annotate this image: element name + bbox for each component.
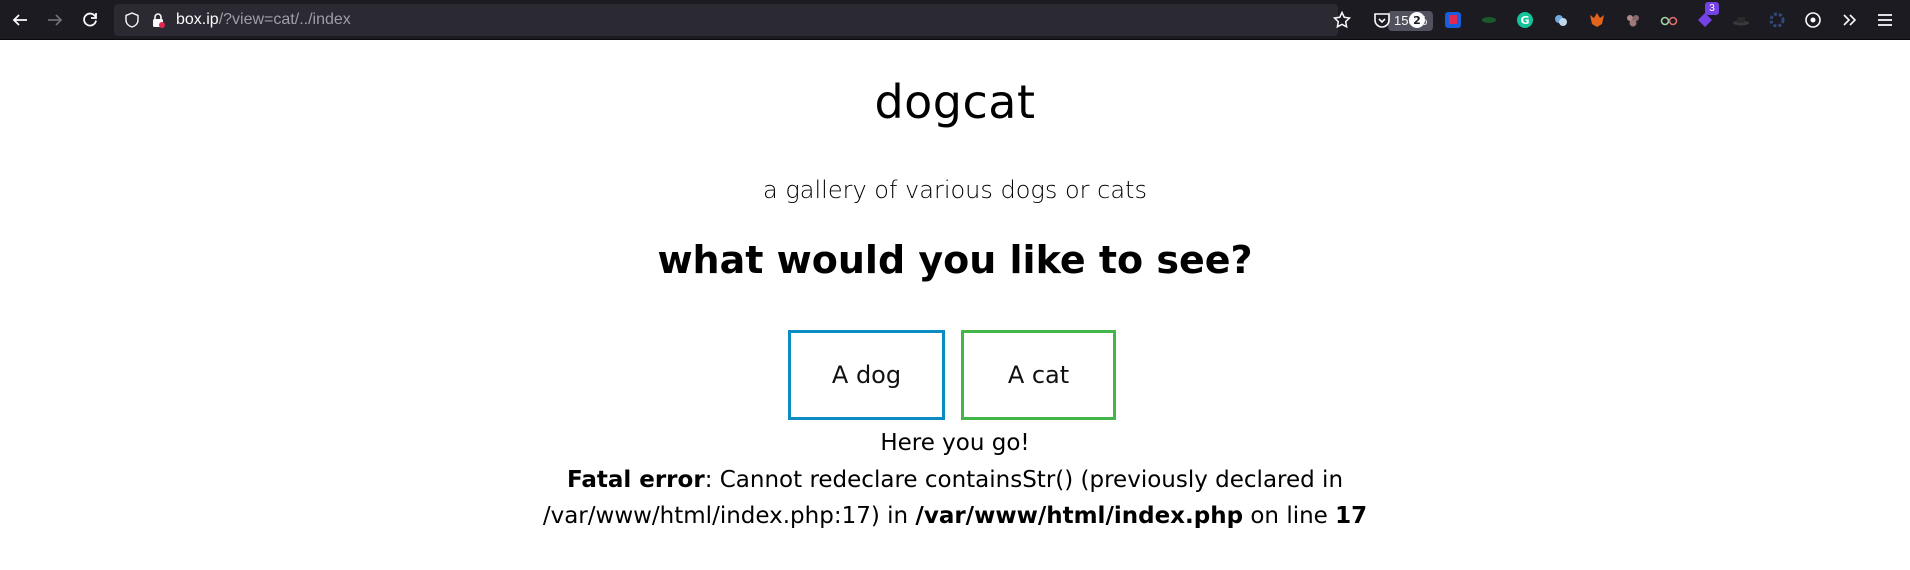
menu-hamburger-icon[interactable] [1875, 10, 1895, 30]
browser-toolbar: box.ip/?view=cat/../index 150% 2 G 3 [0, 0, 1910, 40]
grammarly-icon[interactable]: G [1515, 10, 1535, 30]
php-error-message: Fatal error: Cannot redeclare containsSt… [415, 462, 1495, 534]
page-subtitle: a gallery of various dogs or cats [763, 176, 1147, 204]
extension-gear-icon[interactable] [1767, 10, 1787, 30]
pocket-icon[interactable] [1372, 10, 1392, 30]
here-you-go-text: Here you go! [880, 430, 1030, 456]
overflow-chevron-icon[interactable] [1839, 10, 1859, 30]
shield-icon[interactable] [124, 12, 140, 28]
extension-hat-icon[interactable] [1731, 10, 1751, 30]
url-text[interactable]: box.ip/?view=cat/../index [176, 11, 351, 29]
extension-green-icon[interactable] [1479, 10, 1499, 30]
extension-cloud-icon[interactable] [1551, 10, 1571, 30]
forward-arrow-icon[interactable] [43, 8, 67, 32]
error-on-line: on line [1243, 503, 1336, 529]
error-line-number: 17 [1335, 503, 1368, 529]
back-arrow-icon[interactable] [8, 8, 32, 32]
question-heading: what would you like to see? [657, 238, 1253, 282]
extension-settings-icon[interactable] [1803, 10, 1823, 30]
bitwarden-icon[interactable] [1443, 10, 1463, 30]
notification-badge: 3 [1705, 2, 1719, 15]
tab-counter-icon[interactable]: 2 [1407, 10, 1427, 30]
reload-icon[interactable] [78, 8, 102, 32]
page-content: dogcat a gallery of various dogs or cats… [0, 40, 1910, 570]
svg-text:G: G [1520, 14, 1529, 27]
extension-fox-icon[interactable] [1587, 10, 1607, 30]
error-label: Fatal error [566, 467, 705, 493]
error-file: /var/www/html/index.php [915, 503, 1244, 529]
extension-glasses-icon[interactable] [1659, 10, 1679, 30]
address-bar[interactable]: box.ip/?view=cat/../index 150% [114, 4, 1434, 36]
dog-button[interactable]: A dog [788, 330, 945, 420]
tab-count-text: 2 [1413, 14, 1421, 27]
page-title: dogcat [874, 75, 1036, 129]
lock-icon[interactable] [150, 12, 166, 28]
extension-paw-icon[interactable] [1623, 10, 1643, 30]
bookmark-star-icon[interactable] [1330, 8, 1354, 32]
cat-button[interactable]: A cat [961, 330, 1116, 420]
